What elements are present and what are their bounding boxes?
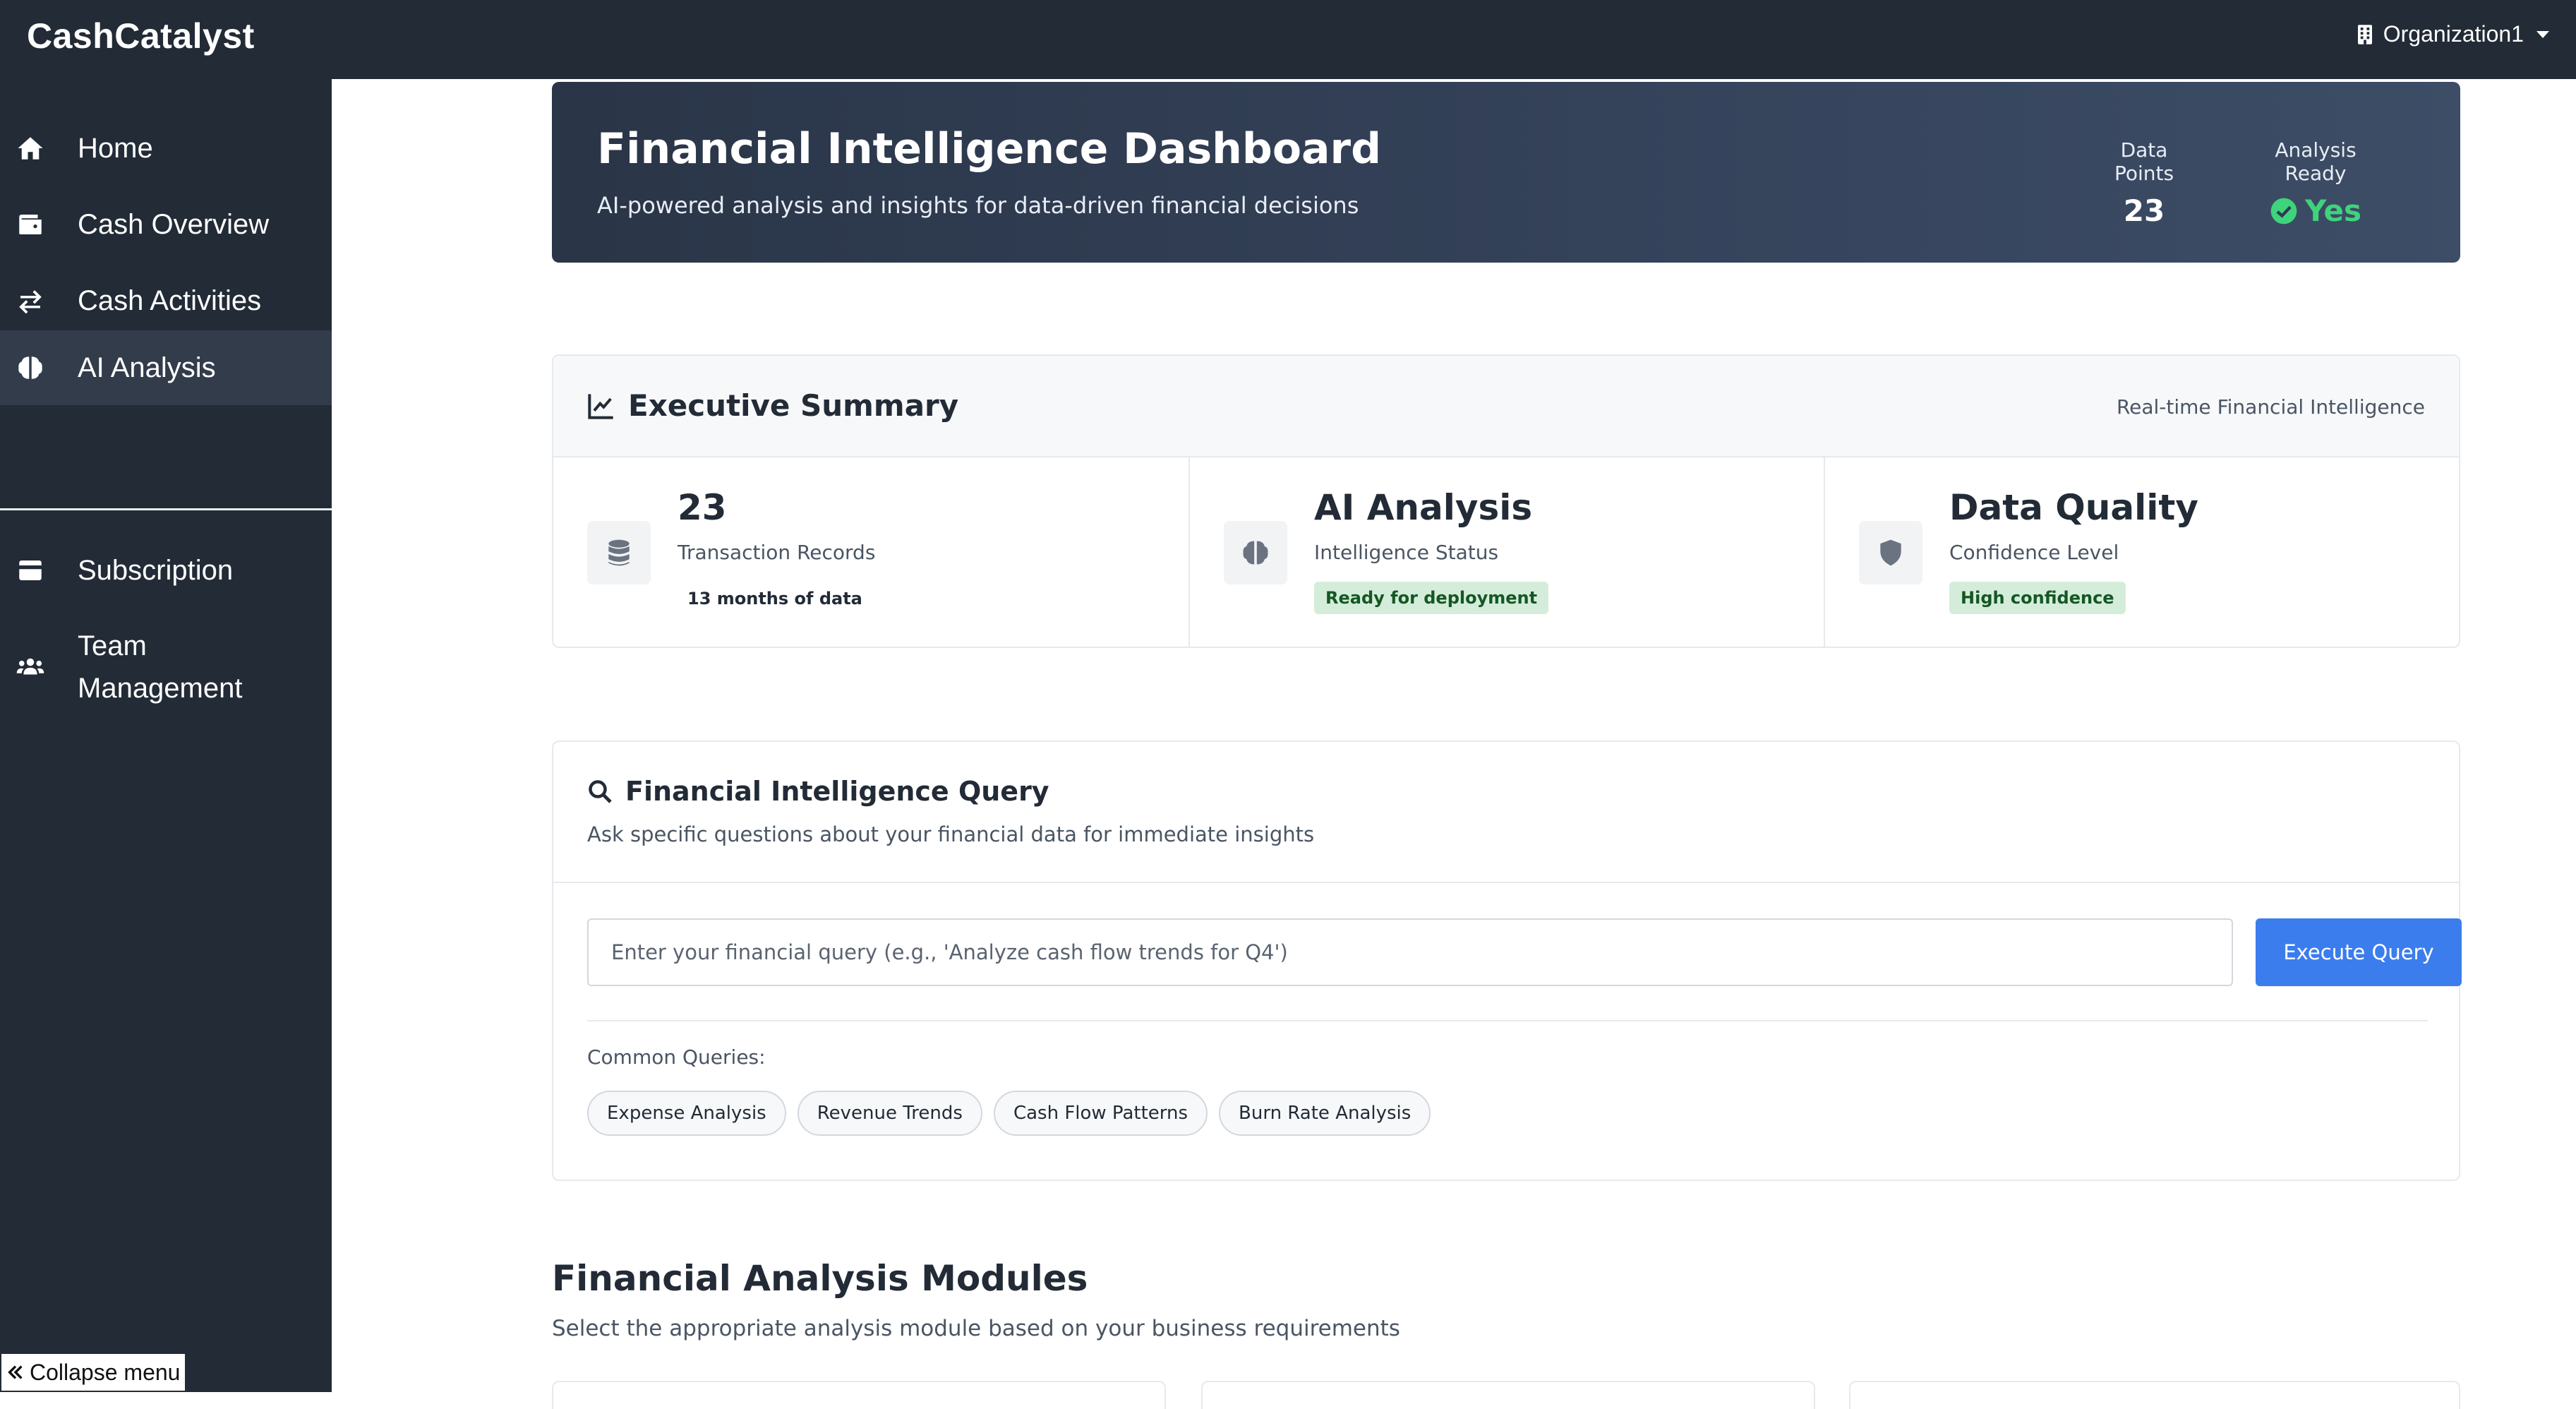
query-chip-revenue-trends[interactable]: Revenue Trends (797, 1091, 982, 1136)
metric-value: 23 (678, 487, 727, 528)
brain-icon (1224, 521, 1287, 584)
module-card[interactable] (552, 1381, 1166, 1409)
check-circle-icon (2270, 198, 2297, 224)
main-content: Financial Intelligence Dashboard AI-powe… (332, 79, 2576, 1409)
shield-icon (1859, 521, 1922, 584)
sidebar-item-label: AI Analysis (78, 352, 216, 383)
search-icon (589, 780, 612, 803)
metric-label: Intelligence Status (1314, 541, 1499, 564)
stat-label: Analysis Ready (2275, 138, 2357, 185)
query-chip-burn-rate-analysis[interactable]: Burn Rate Analysis (1219, 1091, 1431, 1136)
section-title-text: Financial Intelligence Query (625, 776, 1049, 807)
organization-name: Organization1 (2383, 21, 2524, 47)
sidebar-item-team-management[interactable]: Team Management (0, 614, 332, 720)
sidebar-item-label: Subscription (78, 555, 234, 586)
realtime-label: Real-time Financial Intelligence (2116, 395, 2425, 419)
building-icon (2357, 24, 2372, 44)
modules-subtitle: Select the appropriate analysis module b… (552, 1316, 1400, 1341)
brain-icon (14, 352, 47, 384)
credit-card-icon (14, 554, 47, 587)
metric-transaction-records: 23 Transaction Records 13 months of data (553, 457, 1188, 647)
execute-query-button[interactable]: Execute Query (2256, 918, 2462, 986)
metric-value: AI Analysis (1314, 487, 1533, 528)
sidebar-item-label: Home (78, 133, 153, 164)
organization-dropdown[interactable]: Organization1 (2355, 21, 2549, 47)
stat-label: Data Points (2114, 138, 2174, 185)
brand-logo[interactable]: CashCatalyst (27, 16, 255, 56)
query-header: Financial Intelligence Query Ask specifi… (553, 742, 2459, 883)
executive-summary-card: Executive Summary Real-time Financial In… (552, 354, 2460, 648)
database-icon (587, 521, 651, 584)
metric-value: Data Quality (1949, 487, 2198, 528)
sidebar-item-cash-activities[interactable]: Cash Activities (0, 268, 332, 333)
analysis-ready-stat: Analysis Ready Yes (2241, 138, 2390, 228)
users-icon (14, 651, 47, 683)
common-queries-label: Common Queries: (587, 1045, 766, 1069)
executive-summary-header: Executive Summary Real-time Financial In… (553, 356, 2459, 457)
home-icon (14, 132, 47, 164)
financial-query-input[interactable] (587, 918, 2233, 986)
sidebar-item-label: Cash Overview (78, 209, 270, 240)
metric-data-quality: Data Quality Confidence Level High confi… (1824, 457, 2459, 647)
chevron-down-icon (2536, 30, 2549, 38)
collapse-menu-button[interactable]: Collapse menu (0, 1353, 186, 1392)
sidebar: Home Cash Overview Cash Activities AI An… (0, 79, 332, 1392)
stat-value: Yes (2304, 193, 2362, 228)
data-points-stat: Data Points 23 (2095, 138, 2193, 228)
metric-ai-analysis: AI Analysis Intelligence Status Ready fo… (1188, 457, 1824, 647)
financial-query-card: Financial Intelligence Query Ask specifi… (552, 741, 2462, 1181)
sidebar-item-label: Team Management (78, 630, 243, 704)
divider (587, 1020, 2428, 1021)
sidebar-item-label: Cash Activities (78, 285, 262, 316)
line-chart-icon (588, 393, 613, 419)
modules-title: Financial Analysis Modules (552, 1258, 1088, 1299)
metric-label: Transaction Records (678, 541, 876, 564)
page-title: Financial Intelligence Dashboard (597, 124, 1382, 174)
top-navbar: CashCatalyst Organization1 (0, 0, 2576, 79)
module-card[interactable] (1849, 1381, 2460, 1409)
metric-label: Confidence Level (1949, 541, 2119, 564)
stat-value: 23 (2123, 193, 2165, 228)
wallet-icon (14, 208, 47, 241)
query-chip-expense-analysis[interactable]: Expense Analysis (587, 1091, 786, 1136)
section-title: Financial Intelligence Query (587, 776, 1049, 807)
status-badge: Ready for deployment (1314, 582, 1549, 614)
status-badge: High confidence (1949, 582, 2126, 614)
metric-note: 13 months of data (687, 589, 862, 608)
double-chevron-left-icon (8, 1365, 23, 1379)
section-title-text: Executive Summary (628, 388, 959, 423)
collapse-menu-label: Collapse menu (30, 1359, 181, 1385)
module-card[interactable] (1201, 1381, 1815, 1409)
page-subtitle: AI-powered analysis and insights for dat… (597, 192, 1359, 219)
sidebar-item-home[interactable]: Home (0, 116, 332, 181)
common-queries-list: Expense Analysis Revenue Trends Cash Flo… (587, 1091, 1431, 1136)
stat-value-wrapper: Yes (2241, 193, 2390, 228)
section-title: Executive Summary (587, 388, 958, 423)
dashboard-header-banner: Financial Intelligence Dashboard AI-powe… (552, 82, 2460, 263)
sidebar-item-ai-analysis[interactable]: AI Analysis (0, 330, 332, 405)
sidebar-item-cash-overview[interactable]: Cash Overview (0, 192, 332, 257)
sidebar-divider (0, 508, 332, 510)
section-subtitle: Ask specific questions about your financ… (587, 822, 1315, 846)
query-chip-cash-flow-patterns[interactable]: Cash Flow Patterns (993, 1091, 1208, 1136)
exchange-arrows-icon (14, 284, 47, 317)
sidebar-item-subscription[interactable]: Subscription (0, 538, 332, 603)
